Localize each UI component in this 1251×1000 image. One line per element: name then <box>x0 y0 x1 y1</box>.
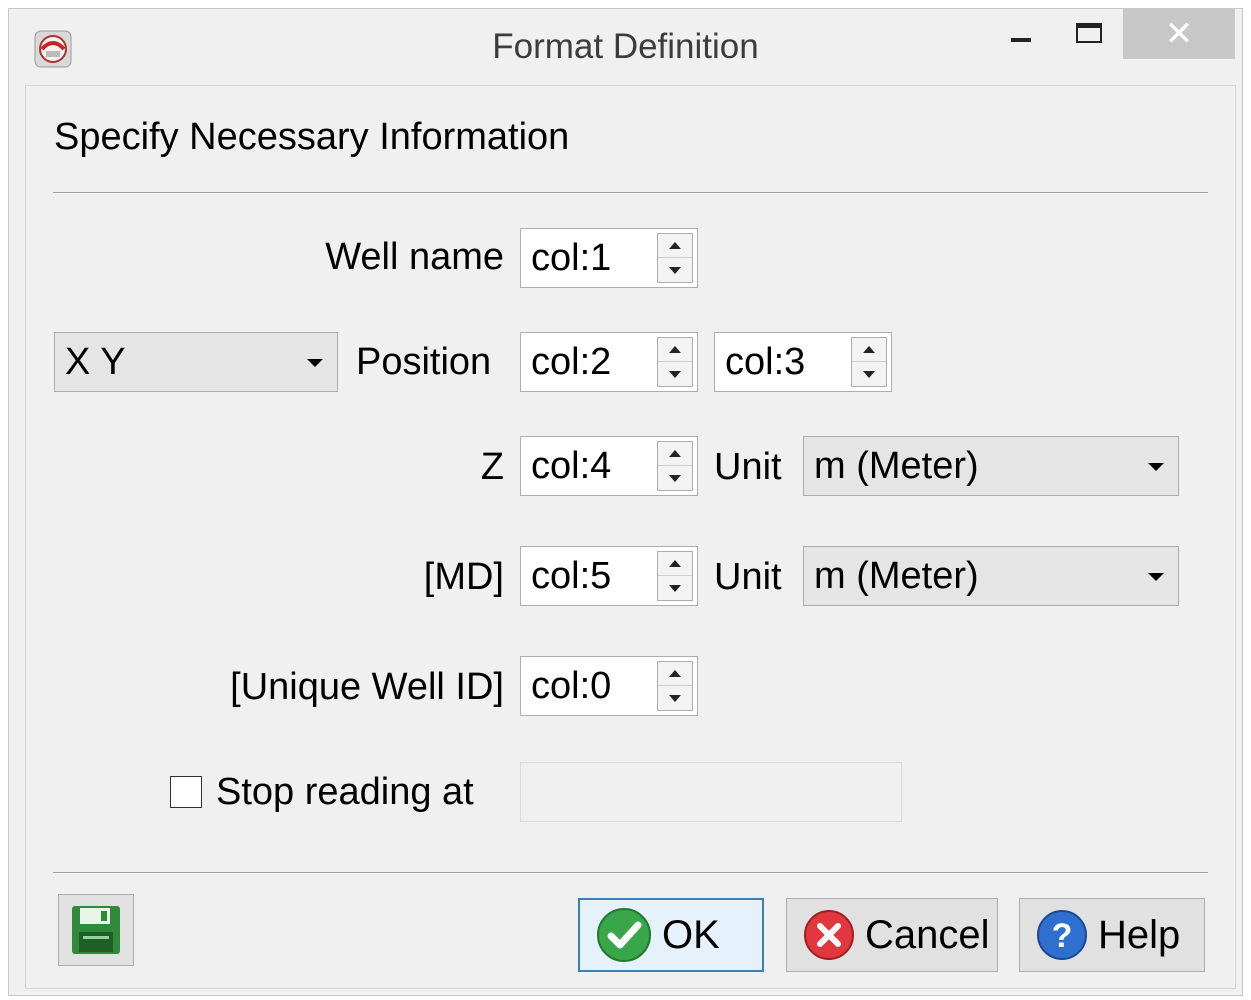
minimize-button[interactable] <box>987 9 1055 59</box>
blue-question-icon: ? <box>1037 910 1087 960</box>
well-name-label: Well name <box>325 236 504 278</box>
position-y-spinner[interactable]: col:3 <box>714 332 892 392</box>
md-label: [MD] <box>423 556 504 598</box>
maximize-icon <box>1076 23 1102 43</box>
spin-up-button[interactable] <box>658 662 692 686</box>
top-separator <box>53 192 1208 194</box>
position-x-value[interactable]: col:2 <box>531 341 611 384</box>
dialog-content: Specify Necessary Information Well name … <box>25 85 1236 989</box>
spin-up-button[interactable] <box>658 234 692 258</box>
spin-up-button[interactable] <box>658 338 692 362</box>
ok-label: OK <box>662 912 720 957</box>
chevron-down-icon <box>307 359 323 367</box>
z-label: Z <box>480 446 504 488</box>
cancel-label: Cancel <box>865 912 990 957</box>
position-x-spinner[interactable]: col:2 <box>520 332 698 392</box>
arrow-up-icon <box>863 346 875 353</box>
spin-down-button[interactable] <box>852 362 886 386</box>
md-value[interactable]: col:5 <box>531 555 611 598</box>
spinner-arrows <box>657 551 693 601</box>
md-unit-dropdown[interactable]: m (Meter) <box>803 546 1179 606</box>
floppy-disk-icon <box>72 906 120 954</box>
z-unit-value: m (Meter) <box>814 445 979 487</box>
spin-down-button[interactable] <box>658 576 692 600</box>
close-button[interactable]: ✕ <box>1123 9 1235 59</box>
position-label: Position <box>356 341 492 383</box>
position-type-dropdown[interactable]: X Y <box>54 332 338 392</box>
spin-down-button[interactable] <box>658 258 692 282</box>
arrow-down-icon <box>669 474 681 482</box>
spinner-arrows <box>657 337 693 387</box>
md-spinner[interactable]: col:5 <box>520 546 698 606</box>
ok-button[interactable]: OK <box>578 898 764 972</box>
stop-reading-input[interactable] <box>520 762 902 822</box>
section-heading: Specify Necessary Information <box>54 116 570 158</box>
red-x-icon <box>804 910 854 960</box>
stop-reading-checkbox[interactable] <box>170 776 202 808</box>
spin-up-button[interactable] <box>658 552 692 576</box>
arrow-down-icon <box>863 370 875 378</box>
unique-well-id-label: [Unique Well ID] <box>230 666 504 708</box>
unique-well-id-spinner[interactable]: col:0 <box>520 656 698 716</box>
z-unit-label: Unit <box>714 446 782 488</box>
arrow-down-icon <box>669 584 681 592</box>
spin-down-button[interactable] <box>658 466 692 490</box>
chevron-down-icon <box>1148 463 1164 471</box>
help-label: Help <box>1098 912 1181 957</box>
spin-down-button[interactable] <box>658 686 692 710</box>
position-y-value[interactable]: col:3 <box>725 341 805 384</box>
unique-well-id-value[interactable]: col:0 <box>531 665 611 708</box>
arrow-up-icon <box>669 346 681 353</box>
save-button[interactable] <box>58 894 134 966</box>
spin-down-button[interactable] <box>658 362 692 386</box>
help-button[interactable]: ? Help <box>1019 898 1205 972</box>
arrow-down-icon <box>669 370 681 378</box>
svg-text:?: ? <box>1052 917 1073 955</box>
z-value[interactable]: col:4 <box>531 445 611 488</box>
spinner-arrows <box>851 337 887 387</box>
format-definition-window: Format Definition ✕ Specify Necessary In… <box>8 8 1243 996</box>
spin-up-button[interactable] <box>658 442 692 466</box>
arrow-up-icon <box>669 560 681 567</box>
arrow-down-icon <box>669 266 681 274</box>
arrow-down-icon <box>669 694 681 702</box>
spinner-arrows <box>657 441 693 491</box>
spinner-arrows <box>657 233 693 283</box>
chevron-down-icon <box>1148 573 1164 581</box>
maximize-button[interactable] <box>1055 9 1123 59</box>
stop-reading-label[interactable]: Stop reading at <box>216 771 474 814</box>
arrow-up-icon <box>669 450 681 457</box>
md-unit-label: Unit <box>714 556 782 598</box>
close-icon: ✕ <box>1164 15 1194 53</box>
bottom-separator <box>53 872 1208 874</box>
cancel-button[interactable]: Cancel <box>786 898 998 972</box>
arrow-up-icon <box>669 242 681 249</box>
green-check-icon <box>597 908 651 962</box>
minimize-icon <box>1011 38 1031 42</box>
position-type-value: X Y <box>65 341 126 383</box>
md-unit-value: m (Meter) <box>814 555 979 597</box>
z-unit-dropdown[interactable]: m (Meter) <box>803 436 1179 496</box>
title-bar: Format Definition ✕ <box>9 9 1242 85</box>
well-name-value[interactable]: col:1 <box>531 237 611 280</box>
z-spinner[interactable]: col:4 <box>520 436 698 496</box>
arrow-up-icon <box>669 670 681 677</box>
spin-up-button[interactable] <box>852 338 886 362</box>
well-name-spinner[interactable]: col:1 <box>520 228 698 288</box>
spinner-arrows <box>657 661 693 711</box>
